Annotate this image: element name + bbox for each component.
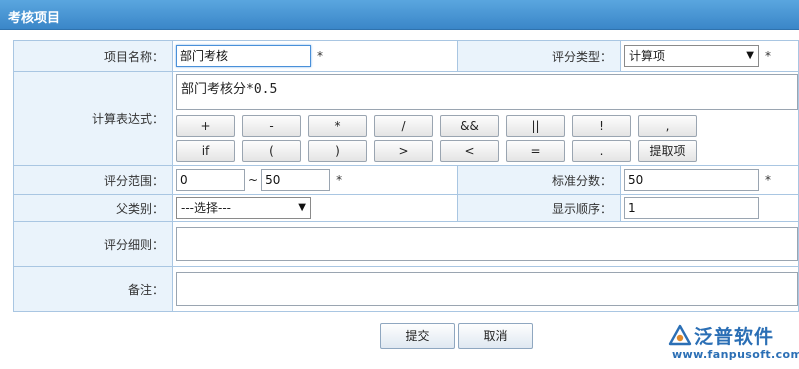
score-range-min-input[interactable]: 0 <box>176 169 245 191</box>
operator-button[interactable]: ( <box>242 140 301 162</box>
score-range-max-input[interactable]: 50 <box>261 169 331 191</box>
row-expression: 计算表达式： 部门考核分*0.5 + - * / && ||!, if () > < =. 提取项 <box>13 71 799 166</box>
score-range-label: 评分范围： <box>13 165 173 195</box>
operator-button[interactable]: || <box>506 115 565 137</box>
parent-category-label: 父类别： <box>13 194 173 222</box>
scoring-rules-label: 评分细则： <box>13 221 173 267</box>
score-type-value: 计算项 <box>629 49 666 63</box>
remarks-label: 备注： <box>13 266 173 312</box>
operator-button[interactable]: , <box>638 115 697 137</box>
operator-button[interactable]: . <box>572 140 631 162</box>
display-order-input[interactable]: 1 <box>624 197 759 219</box>
item-name-required: * <box>317 49 323 63</box>
range-separator: ~ <box>248 173 259 187</box>
brand-url: www.fanpusoft.com <box>672 348 799 361</box>
operator-button[interactable]: = <box>506 140 565 162</box>
operator-button[interactable]: * <box>308 115 367 137</box>
row-parent-order: 父类别： ---选择--- ▼ 显示顺序： 1 <box>13 194 799 222</box>
standard-score-label: 标准分数： <box>457 165 621 195</box>
operator-button[interactable]: < <box>440 140 499 162</box>
cancel-button[interactable]: 取消 <box>458 323 533 349</box>
fanpu-logo-icon <box>668 324 692 346</box>
display-order-label: 显示顺序： <box>457 194 621 222</box>
operator-row: if () > < =. 提取项 <box>176 140 798 164</box>
item-name-label: 项目名称： <box>13 40 173 72</box>
chevron-down-icon: ▼ <box>298 202 306 213</box>
row-scoring-rules: 评分细则： <box>13 221 799 267</box>
operator-button[interactable]: + <box>176 115 235 137</box>
form-actions: 提交 取消 <box>380 323 536 349</box>
parent-category-select[interactable]: ---选择--- ▼ <box>176 197 311 219</box>
row-range-standard: 评分范围： 0 ~50 * 标准分数： 50 * <box>13 165 799 195</box>
extract-item-button[interactable]: 提取项 <box>638 140 697 162</box>
parent-category-value: ---选择--- <box>181 201 231 215</box>
panel-header: 考核项目 <box>0 0 799 30</box>
brand-logo: 泛普软件 www.fanpusoft.com <box>668 322 799 362</box>
brand-name: 泛普软件 <box>694 326 775 348</box>
expression-input[interactable]: 部门考核分*0.5 <box>176 74 798 110</box>
standard-score-input[interactable]: 50 <box>624 169 759 191</box>
panel-title: 考核项目 <box>8 11 61 26</box>
standard-score-required: * <box>765 173 771 187</box>
scoring-rules-textarea[interactable] <box>176 227 798 261</box>
submit-button[interactable]: 提交 <box>380 323 455 349</box>
score-type-label: 评分类型： <box>457 40 621 72</box>
item-name-input[interactable]: 部门考核 <box>176 45 311 67</box>
operator-button[interactable]: - <box>242 115 301 137</box>
operator-button[interactable]: / <box>374 115 433 137</box>
row-remarks: 备注： <box>13 266 799 312</box>
item-form: 项目名称： 部门考核 * 评分类型： 计算项 ▼ * 计算表达式： 部门考核分*0… <box>13 40 799 312</box>
operator-button[interactable]: ) <box>308 140 367 162</box>
operator-button[interactable]: if <box>176 140 235 162</box>
remarks-textarea[interactable] <box>176 272 798 306</box>
operator-button[interactable]: ! <box>572 115 631 137</box>
operator-button[interactable]: && <box>440 115 499 137</box>
chevron-down-icon: ▼ <box>746 50 754 61</box>
score-type-required: * <box>765 49 771 63</box>
operator-grid: + - * / && ||!, if () > < =. 提取项 <box>176 115 798 164</box>
operator-button[interactable]: > <box>374 140 433 162</box>
score-type-select[interactable]: 计算项 ▼ <box>624 45 759 67</box>
operator-row: + - * / && ||!, <box>176 115 798 139</box>
score-range-required: * <box>336 173 343 187</box>
expression-label: 计算表达式： <box>13 71 173 166</box>
row-name-type: 项目名称： 部门考核 * 评分类型： 计算项 ▼ * <box>13 40 799 72</box>
